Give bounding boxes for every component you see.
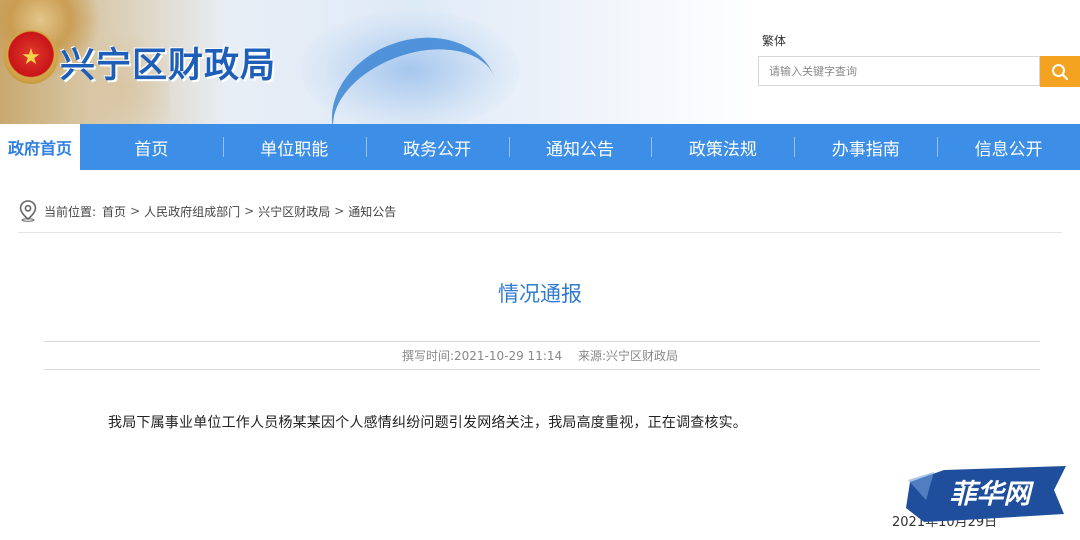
nav-item-government-affairs[interactable]: 政务公开: [365, 124, 509, 170]
nav-item-policies[interactable]: 政策法规: [651, 124, 794, 170]
meta-source: 来源:兴宁区财政局: [578, 349, 678, 363]
breadcrumb-item-departments[interactable]: 人民政府组成部门: [144, 203, 240, 220]
breadcrumb-label: 当前位置:: [44, 204, 97, 219]
meta-divider-bottom: [44, 369, 1040, 370]
article-meta: 撰写时间:2021-10-29 11:14 来源:兴宁区财政局: [0, 347, 1080, 364]
breadcrumb-item-home[interactable]: 首页: [102, 203, 126, 220]
watermark-logo: 菲华网: [906, 466, 1066, 522]
nav-item-unit-functions[interactable]: 单位职能: [222, 124, 366, 170]
nav-item-notices[interactable]: 通知公告: [508, 124, 652, 170]
breadcrumb-separator: >: [130, 204, 141, 218]
watermark-text: 菲华网: [950, 479, 1035, 510]
search-box: [758, 56, 1049, 86]
meta-source-value: 兴宁区财政局: [606, 349, 679, 363]
nav-item-information-disclosure[interactable]: 信息公开: [937, 124, 1080, 170]
national-emblem-icon: ★: [4, 30, 58, 84]
main-nav: 政府首页 首页 单位职能 政务公开 通知公告 政策法规 办事指南 信息公开: [0, 124, 1080, 170]
search-button[interactable]: [1040, 56, 1080, 87]
nav-item-service-guide[interactable]: 办事指南: [794, 124, 937, 170]
nav-item-home[interactable]: 首页: [80, 124, 223, 170]
breadcrumb-item-notices[interactable]: 通知公告: [348, 203, 396, 220]
breadcrumb-item-finance-bureau[interactable]: 兴宁区财政局: [258, 203, 330, 220]
breadcrumb: 当前位置: 首页 > 人民政府组成部门 > 兴宁区财政局 > 通知公告: [18, 200, 396, 222]
breadcrumb-separator: >: [334, 204, 345, 218]
article-body: 我局下属事业单位工作人员杨某某因个人感情纠纷问题引发网络关注，我局高度重视，正在…: [108, 415, 747, 431]
nav-government-home[interactable]: 政府首页: [0, 124, 80, 170]
site-title[interactable]: 兴宁区财政局: [60, 37, 276, 88]
article-title: 情况通报: [498, 282, 582, 306]
breadcrumb-separator: >: [244, 204, 255, 218]
breadcrumb-divider: [18, 232, 1062, 233]
meta-source-label: 来源:: [577, 349, 607, 363]
meta-time: 撰写时间:2021-10-29 11:14: [402, 349, 562, 363]
meta-time-value: 2021-10-29 11:14: [454, 349, 563, 363]
location-pin-icon: [19, 200, 37, 222]
search-icon: [1052, 63, 1069, 80]
traditional-chinese-link[interactable]: 繁体: [762, 32, 786, 49]
meta-time-label: 撰写时间:: [401, 349, 454, 363]
site-header: ★ 兴宁区财政局 繁体: [0, 0, 1080, 124]
meta-divider-top: [44, 341, 1040, 342]
search-input[interactable]: [759, 57, 1049, 85]
